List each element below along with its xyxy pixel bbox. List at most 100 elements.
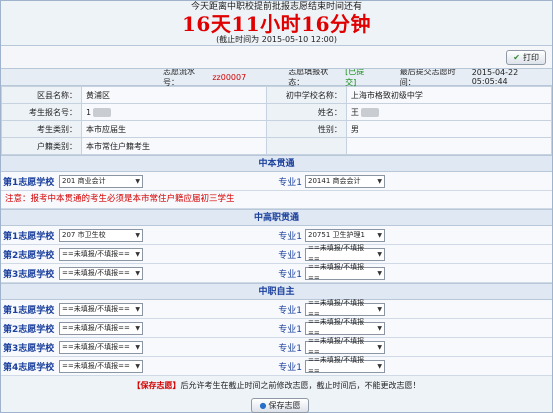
name-label: 姓名：	[265, 103, 347, 121]
choice-label: 第3志愿学校	[3, 269, 55, 280]
major-label: 专业1	[278, 231, 302, 242]
chevron-down-icon: ▼	[135, 324, 140, 332]
school-select[interactable]: ==未填报/不填报== ▼	[59, 266, 143, 280]
chevron-down-icon: ▼	[135, 250, 140, 258]
major-select[interactable]: ==未填报/不填报== ▼	[305, 299, 385, 318]
major-label: 专业1	[278, 305, 302, 316]
choice-label: 第1志愿学校	[3, 231, 55, 242]
state-value: [已提交]	[345, 67, 365, 87]
school-select-value: 201 商业会计	[62, 176, 106, 185]
school-select-value: ==未填报/不填报==	[62, 249, 130, 258]
chevron-down-icon: ▼	[135, 305, 140, 313]
save-button[interactable]: ● 保存志愿	[251, 398, 309, 413]
school-name-value: 上海市格致初级中学	[345, 86, 553, 104]
school-select-value: ==未填报/不填报==	[62, 304, 130, 313]
district-value: 黄浦区	[81, 86, 267, 104]
school-select-value: ==未填报/不填报==	[62, 361, 130, 370]
redacted-block	[93, 107, 112, 117]
major-select[interactable]: ==未填报/不填报== ▼	[305, 244, 385, 263]
major-label: 专业1	[278, 362, 302, 373]
deadline-text: (截止时间为 2015-05-10 12:00)	[216, 35, 337, 44]
school-select[interactable]: ==未填报/不填报== ▼	[59, 247, 143, 261]
state-label: 志愿填报状态：	[288, 67, 329, 87]
name-value: 王	[350, 107, 359, 117]
last-submit-value: 2015-04-22 05:05:44	[471, 68, 519, 86]
school-select[interactable]: 207 市卫生校 ▼	[59, 228, 143, 242]
application-page: 今天距离中职校提前批报志愿结束时间还有 16天11小时16分钟 (截止时间为 2…	[0, 0, 553, 413]
save-icon: ●	[259, 401, 267, 410]
footer-note-text: 后允许考生在截止时间之前修改志愿，截止时间后，不能更改志愿！	[180, 381, 421, 390]
eligibility-note: 注意：报考中本贯通的考生必须是本市常住户籍应届初三学生	[1, 191, 552, 209]
section-title-zhongzhi: 中职自主	[1, 283, 552, 300]
save-label: 保存志愿	[268, 401, 301, 410]
regno-cell: 1	[81, 103, 267, 121]
choice-row: 第1志愿学校 207 市卫生校 ▼ 专业1 20751 卫生护理1 ▼	[1, 226, 552, 245]
regno-value: 1	[86, 107, 92, 117]
school-select[interactable]: ==未填报/不填报== ▼	[59, 321, 143, 335]
chevron-down-icon: ▼	[135, 269, 140, 277]
major-select[interactable]: ==未填报/不填报== ▼	[305, 356, 385, 375]
choice-row: 第1志愿学校 ==未填报/不填报== ▼ 专业1 ==未填报/不填报== ▼	[1, 299, 552, 319]
info-row: 考生报名号： 1 姓名： 王	[1, 103, 553, 121]
serial-label: 志愿流水号：	[163, 67, 195, 87]
school-select-value: ==未填报/不填报==	[62, 323, 130, 332]
chevron-down-icon: ▼	[377, 324, 382, 332]
regno-label: 考生报名号：	[1, 103, 82, 121]
status-bar: 志愿流水号： zz00007 志愿填报状态： [已提交] 最后提交志愿时间： 2…	[1, 67, 552, 87]
choice-label: 第2志愿学校	[3, 324, 55, 335]
major-label: 专业1	[278, 177, 302, 188]
name-cell: 王	[345, 103, 553, 121]
choice-label: 第3志愿学校	[3, 343, 55, 354]
choice-label: 第1志愿学校	[3, 177, 55, 188]
chevron-down-icon: ▼	[135, 362, 140, 370]
chevron-down-icon: ▼	[135, 177, 140, 185]
last-submit-label: 最后提交志愿时间：	[399, 67, 456, 87]
section-title-zhongben: 中本贯通	[1, 155, 552, 172]
check-icon: ✔	[513, 53, 520, 62]
major-select[interactable]: 20751 卫生护理1 ▼	[305, 228, 385, 242]
countdown-header: 今天距离中职校提前批报志愿结束时间还有 16天11小时16分钟 (截止时间为 2…	[1, 1, 552, 45]
chevron-down-icon: ▼	[377, 269, 382, 277]
major-select[interactable]: ==未填报/不填报== ▼	[305, 337, 385, 356]
countdown-timer: 16天11小时16分钟	[182, 12, 371, 36]
school-select-value: 207 市卫生校	[62, 230, 106, 239]
major-select-value: ==未填报/不填报==	[308, 263, 365, 282]
chevron-down-icon: ▼	[377, 231, 382, 239]
school-select-value: ==未填报/不填报==	[62, 342, 130, 351]
footer-note: 【保存志愿】后允许考生在截止时间之前修改志愿，截止时间后，不能更改志愿！	[1, 376, 552, 396]
major-select[interactable]: 20141 商会会计 ▼	[305, 174, 385, 188]
choice-label: 第4志愿学校	[3, 362, 55, 373]
print-button[interactable]: ✔ 打印	[506, 50, 546, 65]
major-select[interactable]: ==未填报/不填报== ▼	[305, 318, 385, 337]
school-select[interactable]: ==未填报/不填报== ▼	[59, 302, 143, 316]
major-label: 专业1	[278, 250, 302, 261]
hukou-value: 本市常住户籍考生	[81, 137, 267, 155]
gender-value: 男	[345, 120, 553, 138]
major-label: 专业1	[278, 343, 302, 354]
chevron-down-icon: ▼	[377, 177, 382, 185]
choice-row: 第2志愿学校 ==未填报/不填报== ▼ 专业1 ==未填报/不填报== ▼	[1, 244, 552, 264]
save-tag: 【保存志愿】	[132, 381, 181, 390]
school-select[interactable]: ==未填报/不填报== ▼	[59, 359, 143, 373]
section-title-zhonggao: 中高职贯通	[1, 209, 552, 226]
school-name-label: 初中学校名称：	[265, 86, 347, 104]
choice-label: 第2志愿学校	[3, 250, 55, 261]
chevron-down-icon: ▼	[377, 343, 382, 351]
info-row: 区县名称： 黄浦区 初中学校名称： 上海市格致初级中学	[1, 86, 553, 104]
empty-cell	[265, 137, 347, 155]
toolbar: ✔ 打印	[1, 45, 552, 69]
gender-label: 性别：	[265, 120, 347, 138]
chevron-down-icon: ▼	[377, 305, 382, 313]
school-select[interactable]: 201 商业会计 ▼	[59, 174, 143, 188]
district-label: 区县名称：	[1, 86, 82, 104]
hukou-label: 户籍类别：	[1, 137, 82, 155]
choice-row: 第1志愿学校 201 商业会计 ▼ 专业1 20141 商会会计 ▼	[1, 172, 552, 191]
school-select[interactable]: ==未填报/不填报== ▼	[59, 340, 143, 354]
major-select[interactable]: ==未填报/不填报== ▼	[305, 263, 385, 282]
empty-cell	[345, 137, 553, 155]
category-value: 本市应届生	[81, 120, 267, 138]
serial-value: zz00007	[212, 72, 247, 82]
choice-row: 第2志愿学校 ==未填报/不填报== ▼ 专业1 ==未填报/不填报== ▼	[1, 318, 552, 338]
school-select-value: ==未填报/不填报==	[62, 268, 130, 277]
category-label: 考生类别：	[1, 120, 82, 138]
